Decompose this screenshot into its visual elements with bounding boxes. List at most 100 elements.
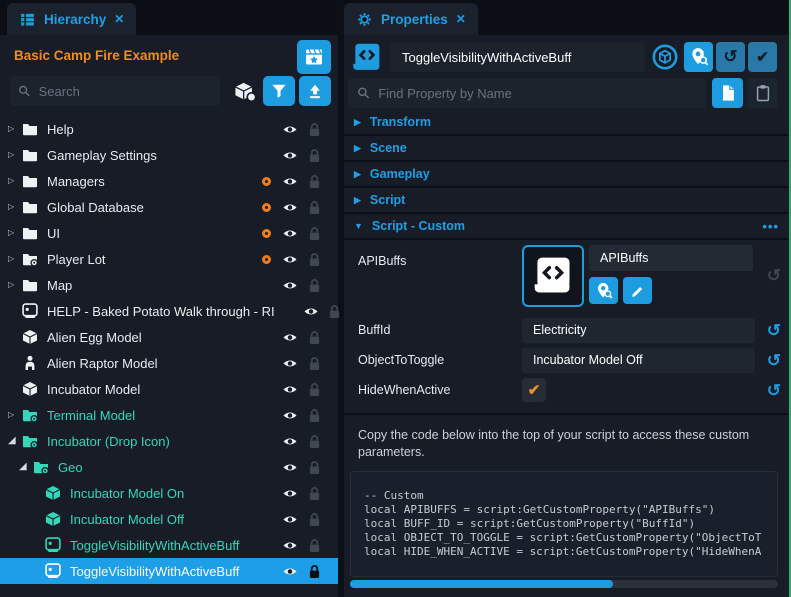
visibility-eye-icon[interactable] xyxy=(282,409,298,422)
find-in-scene-button[interactable] xyxy=(684,42,713,72)
reset-icon[interactable]: ↺ xyxy=(767,322,781,339)
visibility-eye-icon[interactable] xyxy=(282,201,298,214)
asset-thumbnail[interactable] xyxy=(522,245,584,307)
objecttotoggle-input[interactable] xyxy=(531,352,746,368)
visibility-eye-icon[interactable] xyxy=(282,253,298,266)
expander-collapsed-icon[interactable]: ▷ xyxy=(8,151,22,159)
tab-hierarchy[interactable]: Hierarchy ✕ xyxy=(7,3,136,35)
lock-icon[interactable] xyxy=(308,252,321,267)
expander-expanded-icon[interactable]: ◢ xyxy=(19,462,33,472)
expander-collapsed-icon[interactable]: ▷ xyxy=(8,203,22,211)
expander-collapsed-icon[interactable]: ▷ xyxy=(8,411,22,419)
lock-icon[interactable] xyxy=(308,278,321,293)
expander-collapsed-icon[interactable]: ▷ xyxy=(8,125,22,133)
lock-icon[interactable] xyxy=(308,356,321,371)
lock-icon[interactable] xyxy=(308,200,321,215)
lock-icon[interactable] xyxy=(308,408,321,423)
section-script[interactable]: ▶ Script xyxy=(344,188,789,214)
expander-collapsed-icon[interactable]: ▷ xyxy=(8,177,22,185)
asset-name-input[interactable] xyxy=(598,250,744,266)
section-transform[interactable]: ▶ Transform xyxy=(344,110,789,136)
visibility-eye-icon[interactable] xyxy=(282,175,298,188)
apply-button[interactable]: ✔ xyxy=(748,42,777,72)
horizontal-scrollbar[interactable] xyxy=(350,580,778,588)
visibility-eye-icon[interactable] xyxy=(282,565,298,578)
paste-properties-button[interactable] xyxy=(747,78,778,108)
close-icon[interactable]: ✕ xyxy=(456,12,466,26)
lock-icon[interactable] xyxy=(308,434,321,449)
buffid-input[interactable] xyxy=(531,322,746,338)
search-input[interactable] xyxy=(37,83,212,100)
code-snippet-box[interactable]: -- Custom local APIBUFFS = script:GetCus… xyxy=(350,471,778,577)
visibility-eye-icon[interactable] xyxy=(303,305,319,318)
lock-icon[interactable] xyxy=(308,226,321,241)
hidewhenactive-checkbox[interactable]: ✔ xyxy=(522,378,546,402)
object-name-field[interactable] xyxy=(390,43,645,72)
collapse-all-button[interactable] xyxy=(299,76,331,106)
visibility-eye-icon[interactable] xyxy=(282,461,298,474)
lock-icon[interactable] xyxy=(308,330,321,345)
tree-row[interactable]: Incubator Model xyxy=(0,376,338,402)
section-script-custom[interactable]: ▼ Script - Custom ••• xyxy=(344,214,789,240)
copy-properties-button[interactable] xyxy=(712,78,743,108)
visibility-eye-icon[interactable] xyxy=(282,123,298,136)
tree-row[interactable]: ToggleVisibilityWithActiveBuff xyxy=(0,532,338,558)
lock-icon[interactable] xyxy=(308,512,321,527)
visibility-eye-icon[interactable] xyxy=(282,539,298,552)
tree-row[interactable]: ◢ Incubator (Drop Icon) xyxy=(0,428,338,454)
hierarchy-search[interactable] xyxy=(10,76,220,106)
tree-row[interactable]: HELP - Baked Potato Walk through - RI xyxy=(0,298,338,324)
tree-row[interactable]: ▷ UI xyxy=(0,220,338,246)
text-field[interactable] xyxy=(522,318,755,343)
text-field[interactable] xyxy=(522,348,755,373)
filter-button[interactable] xyxy=(263,76,295,106)
group-mode-icon[interactable] xyxy=(233,81,258,103)
tree-row-selected[interactable]: ToggleVisibilityWithActiveBuff xyxy=(0,558,338,584)
visibility-eye-icon[interactable] xyxy=(282,227,298,240)
tree-row[interactable]: ▷ Gameplay Settings xyxy=(0,142,338,168)
visibility-eye-icon[interactable] xyxy=(282,435,298,448)
find-property-field[interactable] xyxy=(348,78,706,108)
scrollbar-thumb[interactable] xyxy=(350,580,613,588)
reset-icon[interactable]: ↺ xyxy=(767,382,781,399)
tree-row[interactable]: ▷ Managers xyxy=(0,168,338,194)
lock-icon[interactable] xyxy=(308,564,321,579)
lock-icon[interactable] xyxy=(328,304,341,319)
lock-icon[interactable] xyxy=(308,148,321,163)
visibility-eye-icon[interactable] xyxy=(282,357,298,370)
networked-context-icon[interactable] xyxy=(651,43,679,71)
lock-icon[interactable] xyxy=(308,174,321,189)
visibility-eye-icon[interactable] xyxy=(282,487,298,500)
close-icon[interactable]: ✕ xyxy=(114,12,124,26)
tree-row[interactable]: Incubator Model Off xyxy=(0,506,338,532)
lock-icon[interactable] xyxy=(308,382,321,397)
reset-icon[interactable]: ↺ xyxy=(767,352,781,369)
revert-button[interactable]: ↺ xyxy=(716,42,745,72)
visibility-eye-icon[interactable] xyxy=(282,513,298,526)
expander-expanded-icon[interactable]: ◢ xyxy=(8,436,22,446)
tab-properties[interactable]: Properties ✕ xyxy=(344,3,478,35)
tree-row[interactable]: ▷ Map xyxy=(0,272,338,298)
lock-icon[interactable] xyxy=(308,122,321,137)
expander-collapsed-icon[interactable]: ▷ xyxy=(8,229,22,237)
expander-collapsed-icon[interactable]: ▷ xyxy=(8,281,22,289)
tree-row[interactable]: ▷ Terminal Model xyxy=(0,402,338,428)
edit-asset-button[interactable] xyxy=(623,277,652,304)
tree-row[interactable]: Alien Raptor Model xyxy=(0,350,338,376)
visibility-eye-icon[interactable] xyxy=(282,383,298,396)
tree-row[interactable]: Incubator Model On xyxy=(0,480,338,506)
section-gameplay[interactable]: ▶ Gameplay xyxy=(344,162,789,188)
visibility-eye-icon[interactable] xyxy=(282,149,298,162)
object-name-input[interactable] xyxy=(400,49,635,66)
asset-name-field[interactable] xyxy=(589,245,753,271)
visibility-eye-icon[interactable] xyxy=(282,331,298,344)
lock-icon[interactable] xyxy=(308,460,321,475)
tree-row[interactable]: Alien Egg Model xyxy=(0,324,338,350)
section-menu-icon[interactable]: ••• xyxy=(762,219,779,234)
tree-row[interactable]: ▷ Global Database xyxy=(0,194,338,220)
scene-template-button[interactable] xyxy=(297,40,331,74)
tree-row[interactable]: ◢ Geo xyxy=(0,454,338,480)
lock-icon[interactable] xyxy=(308,538,321,553)
tree-row[interactable]: ▷ Player Lot xyxy=(0,246,338,272)
find-property-input[interactable] xyxy=(376,85,697,102)
